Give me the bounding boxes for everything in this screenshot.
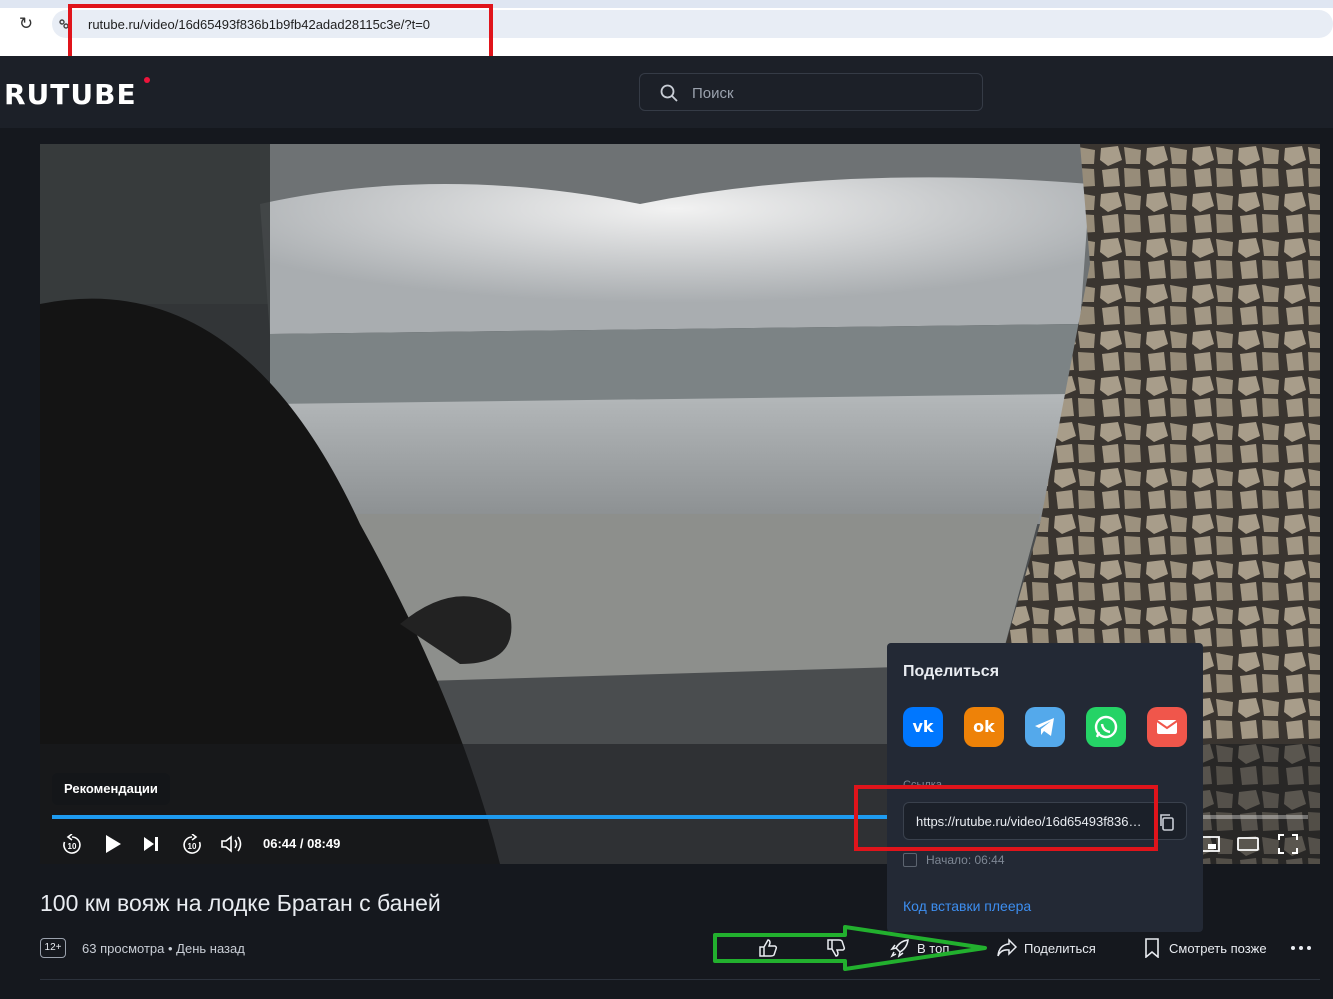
volume-icon[interactable]	[220, 834, 244, 854]
watch-later-button[interactable]: Смотреть позже	[1144, 938, 1269, 958]
highlight-link-box	[854, 785, 1158, 851]
share-button[interactable]: Поделиться	[996, 938, 1096, 958]
like-button[interactable]	[758, 938, 780, 958]
rutube-logo[interactable]: RUTUBE	[4, 78, 137, 111]
copy-icon[interactable]	[1158, 813, 1176, 831]
whatsapp-icon[interactable]	[1086, 707, 1126, 747]
publish-date: День назад	[176, 941, 245, 956]
dislike-button[interactable]	[826, 938, 848, 958]
top-label: В топ	[917, 941, 950, 956]
share-label: Поделиться	[1024, 941, 1096, 956]
telegram-icon[interactable]	[1025, 707, 1065, 747]
share-arrow-icon	[997, 938, 1018, 957]
thumbs-down-icon	[827, 939, 846, 957]
meta-separator: •	[168, 941, 177, 956]
thumbs-up-icon	[759, 939, 778, 957]
svg-text:10: 10	[68, 842, 77, 851]
play-icon[interactable]	[103, 834, 123, 854]
more-options-button[interactable]	[1290, 938, 1312, 958]
forward-10-icon[interactable]: 10	[181, 834, 203, 856]
start-time-checkbox[interactable]	[903, 853, 917, 867]
start-time-label: Начало: 06:44	[926, 853, 1005, 867]
miniplayer-icon[interactable]	[1200, 836, 1220, 852]
age-rating-badge: 12+	[40, 938, 66, 958]
search-input[interactable]: Поиск	[639, 73, 983, 111]
bookmark-icon	[1145, 938, 1159, 958]
ok-icon[interactable]: ok	[964, 707, 1004, 747]
rocket-icon	[890, 939, 909, 958]
reload-icon[interactable]: ↻	[14, 12, 38, 36]
next-icon[interactable]	[142, 835, 160, 853]
mail-icon[interactable]	[1147, 707, 1187, 747]
divider	[40, 979, 1320, 980]
embed-code-link[interactable]: Код вставки плеера	[903, 898, 1031, 914]
video-meta: 63 просмотра • День назад	[82, 941, 245, 956]
logo-dot	[144, 77, 150, 83]
search-icon	[660, 84, 678, 102]
vk-icon[interactable]: vk	[903, 707, 943, 747]
fullscreen-icon[interactable]	[1278, 834, 1298, 854]
share-title: Поделиться	[903, 663, 1000, 680]
theater-icon[interactable]	[1237, 836, 1259, 852]
more-dots-icon	[1291, 946, 1311, 950]
svg-text:10: 10	[188, 842, 197, 851]
time-display: 06:44 / 08:49	[263, 836, 341, 851]
search-placeholder: Поиск	[692, 85, 734, 102]
view-count: 63 просмотра	[82, 941, 165, 956]
recommendations-button[interactable]: Рекомендации	[52, 773, 170, 805]
watch-later-label: Смотреть позже	[1169, 941, 1267, 956]
rewind-10-icon[interactable]: 10	[61, 834, 83, 856]
top-button[interactable]: В топ	[890, 938, 952, 958]
highlight-url-box	[68, 4, 493, 62]
video-title: 100 км вояж на лодке Братан с баней	[40, 890, 441, 916]
